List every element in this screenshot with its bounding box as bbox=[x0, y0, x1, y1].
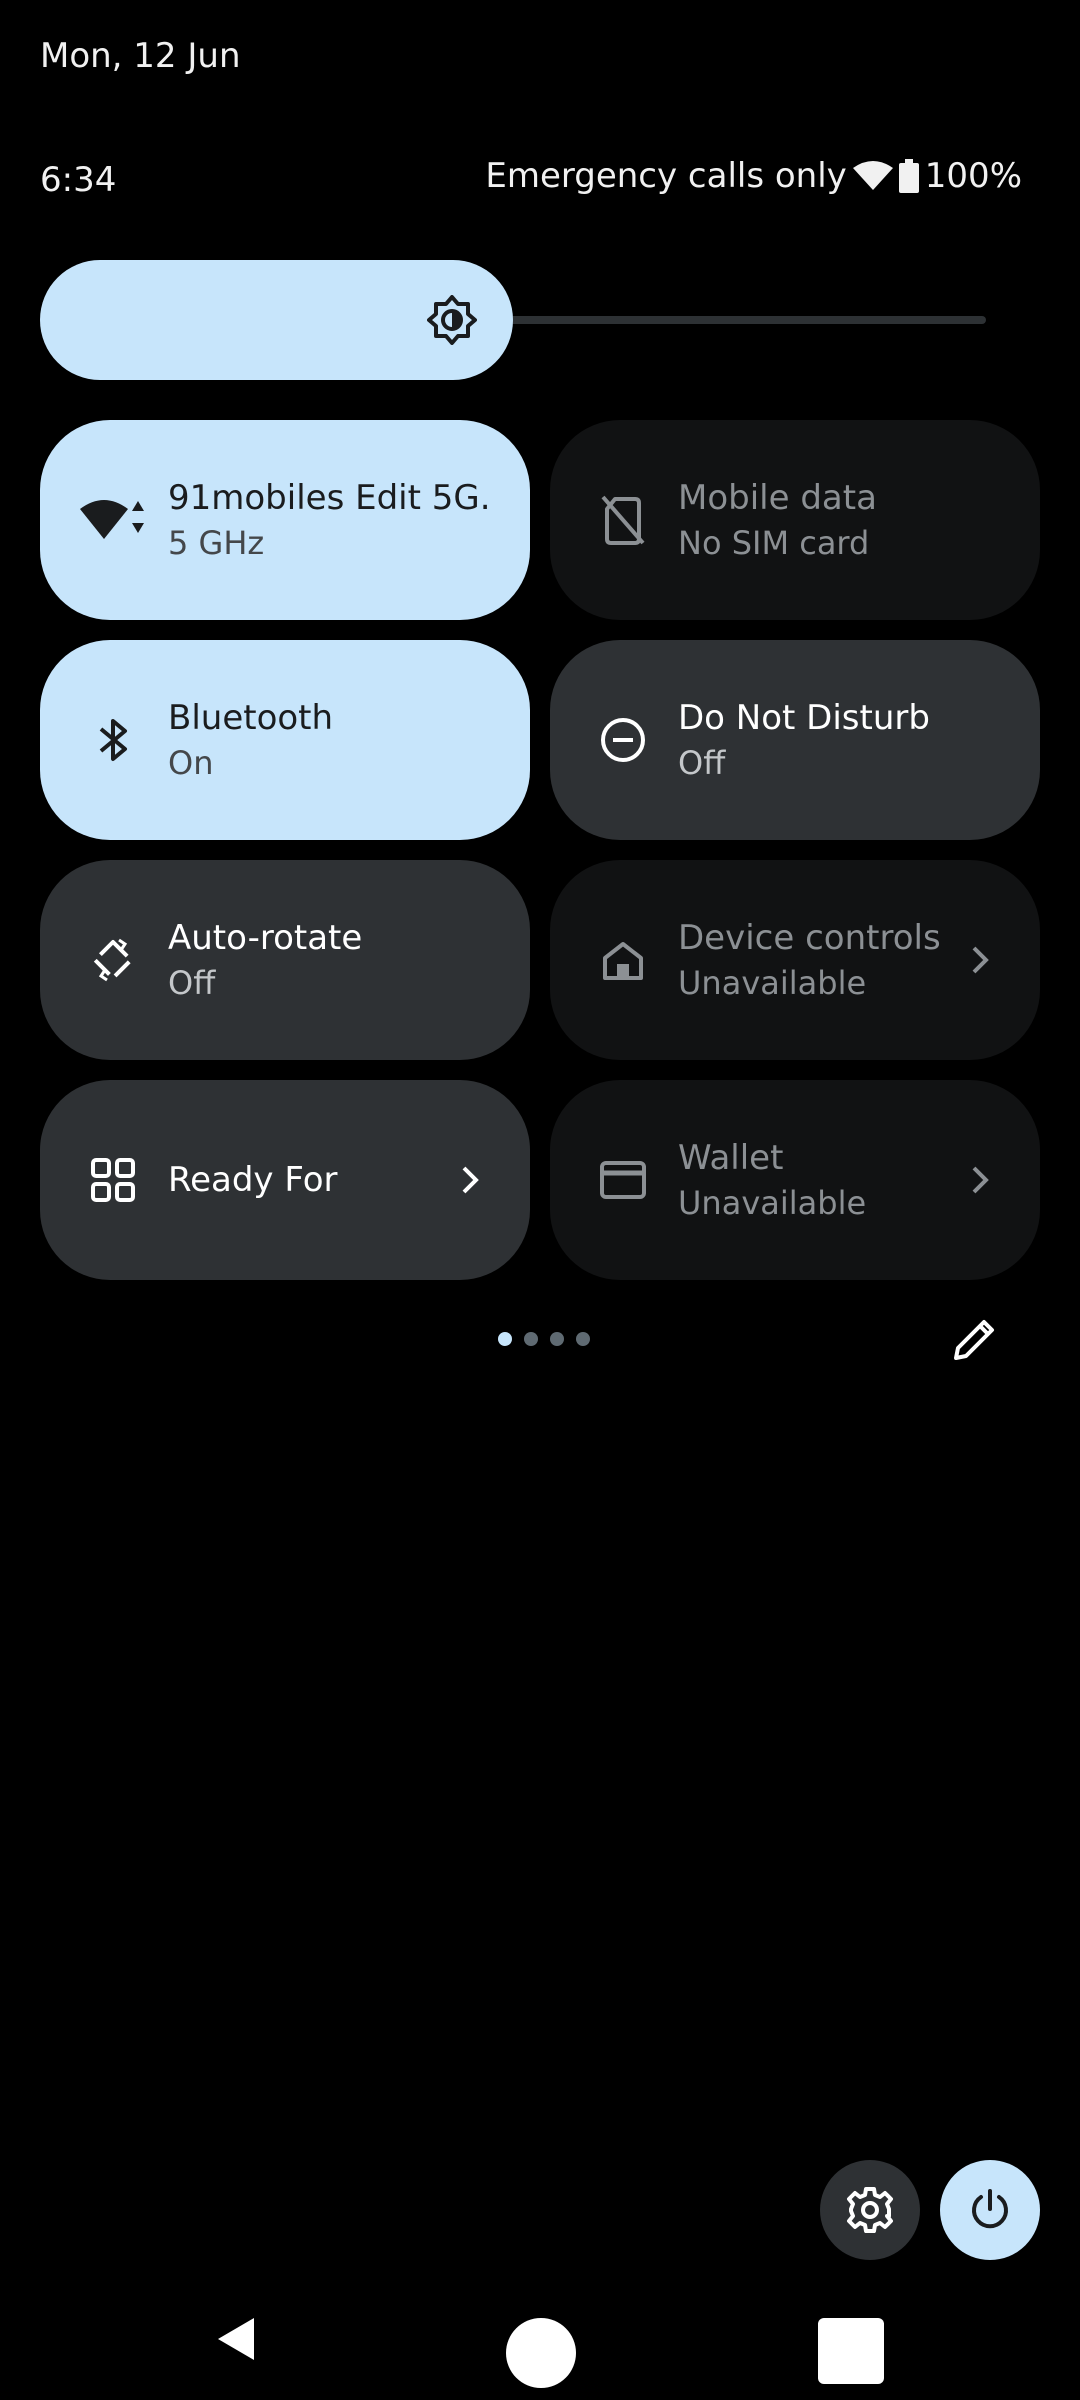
tile-label: 91mobiles Edit 5G.. bbox=[168, 478, 490, 518]
date-text: Mon, 12 Jun bbox=[40, 36, 241, 76]
tile-sublabel: Unavailable bbox=[678, 1184, 867, 1222]
battery-icon bbox=[898, 159, 919, 193]
edit-pencil-icon[interactable] bbox=[950, 1314, 1000, 1364]
home-icon bbox=[590, 927, 656, 993]
tile-label: Device controls bbox=[678, 918, 941, 958]
tile-label: Bluetooth bbox=[168, 698, 334, 738]
no-sim-icon bbox=[590, 487, 656, 553]
settings-button[interactable] bbox=[820, 2160, 920, 2260]
tile-do-not-disturb[interactable]: Do Not Disturb Off bbox=[550, 640, 1040, 840]
chevron-right-icon bbox=[462, 1166, 479, 1194]
back-nav-icon[interactable] bbox=[216, 2316, 256, 2362]
tile-ready-for[interactable]: Ready For bbox=[40, 1080, 530, 1280]
tile-wallet[interactable]: Wallet Unavailable bbox=[550, 1080, 1040, 1280]
tile-sublabel: Off bbox=[678, 744, 726, 782]
tile-sublabel: Off bbox=[168, 964, 216, 1002]
auto-rotate-icon bbox=[80, 927, 146, 993]
chevron-right-icon bbox=[972, 946, 989, 974]
wifi-icon bbox=[80, 487, 146, 553]
brightness-slider[interactable] bbox=[40, 260, 986, 380]
tile-sublabel: 5 GHz bbox=[168, 524, 265, 562]
tile-auto-rotate[interactable]: Auto-rotate Off bbox=[40, 860, 530, 1060]
tile-wifi[interactable]: 91mobiles Edit 5G.. 5 GHz bbox=[40, 420, 530, 620]
home-nav-button[interactable] bbox=[506, 2318, 576, 2388]
power-icon bbox=[972, 2189, 1008, 2229]
tile-label: Auto-rotate bbox=[168, 918, 363, 958]
gear-icon bbox=[847, 2187, 893, 2233]
page-dot bbox=[550, 1332, 564, 1346]
brightness-rail[interactable] bbox=[500, 316, 986, 324]
wallet-icon bbox=[590, 1147, 656, 1213]
clock-time: 6:34 bbox=[40, 160, 117, 200]
do-not-disturb-icon bbox=[590, 707, 656, 773]
recents-nav-button[interactable] bbox=[818, 2318, 884, 2384]
grid-icon bbox=[80, 1147, 146, 1213]
tile-device-controls[interactable]: Device controls Unavailable bbox=[550, 860, 1040, 1060]
tile-label: Do Not Disturb bbox=[678, 698, 930, 738]
tile-bluetooth[interactable]: Bluetooth On bbox=[40, 640, 530, 840]
status-bar-right: Emergency calls only 100% bbox=[485, 156, 1022, 196]
battery-percent: 100% bbox=[924, 156, 1022, 196]
wifi-status-icon bbox=[852, 160, 893, 192]
tile-sublabel: Unavailable bbox=[678, 964, 867, 1002]
page-dot bbox=[498, 1332, 512, 1346]
network-status-text: Emergency calls only bbox=[485, 156, 847, 196]
bluetooth-icon bbox=[80, 707, 146, 773]
tile-sublabel: No SIM card bbox=[678, 524, 870, 562]
page-dot bbox=[524, 1332, 538, 1346]
tile-sublabel: On bbox=[168, 744, 214, 782]
tile-label: Mobile data bbox=[678, 478, 877, 518]
tile-label: Wallet bbox=[678, 1138, 784, 1178]
brightness-icon bbox=[427, 295, 477, 345]
power-button[interactable] bbox=[940, 2160, 1040, 2260]
page-indicator bbox=[498, 1332, 590, 1346]
brightness-fill[interactable] bbox=[40, 260, 513, 380]
page-dot bbox=[576, 1332, 590, 1346]
tile-mobile-data[interactable]: Mobile data No SIM card bbox=[550, 420, 1040, 620]
chevron-right-icon bbox=[972, 1166, 989, 1194]
tile-label: Ready For bbox=[168, 1160, 338, 1200]
